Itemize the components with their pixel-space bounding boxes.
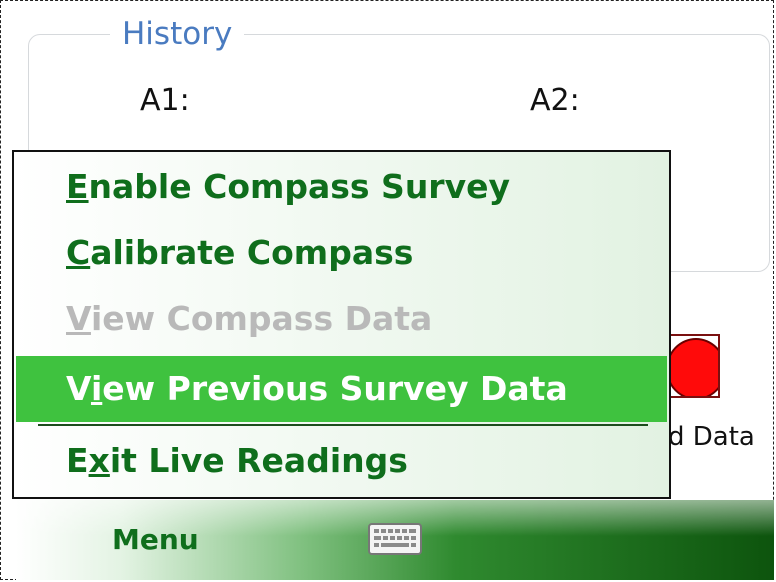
menu-item-view-compass-data: View Compass Data (16, 286, 667, 352)
menu-item-accelerator: C (66, 233, 91, 272)
menu-item-accelerator: i (90, 369, 103, 408)
popup-menu: Enable Compass Survey Calibrate Compass … (12, 150, 671, 499)
menu-separator (38, 424, 648, 426)
menu-item-text: E (66, 441, 89, 480)
menu-item-accelerator: E (66, 167, 89, 206)
menu-item-accelerator: x (88, 441, 110, 480)
red-status-dot-icon (670, 338, 718, 396)
menu-item-text: V (66, 369, 91, 408)
menu-item-view-previous-survey-data[interactable]: View Previous Survey Data (16, 356, 667, 422)
menu-item-text: ew Previous Survey Data (102, 369, 568, 408)
menu-item-text: iew Compass Data (90, 299, 433, 338)
menu-item-text: nable Compass Survey (88, 167, 510, 206)
menu-item-exit-live-readings[interactable]: Exit Live Readings (16, 428, 667, 494)
menu-item-enable-compass-survey[interactable]: Enable Compass Survey (16, 154, 667, 220)
history-title: History (110, 14, 245, 54)
field-a2-label: A2: (530, 83, 580, 118)
menu-item-calibrate-compass[interactable]: Calibrate Compass (16, 220, 667, 286)
field-a1-label: A1: (140, 83, 190, 118)
keyboard-icon[interactable] (368, 522, 422, 556)
status-indicator (668, 334, 720, 398)
menu-softkey[interactable]: Menu (112, 520, 199, 560)
menu-item-text: it Live Readings (109, 441, 408, 480)
menu-item-accelerator: V (66, 299, 91, 338)
status-label: d Data (668, 422, 755, 452)
softkey-bar: Menu (16, 500, 774, 580)
menu-item-text: alibrate Compass (90, 233, 414, 272)
